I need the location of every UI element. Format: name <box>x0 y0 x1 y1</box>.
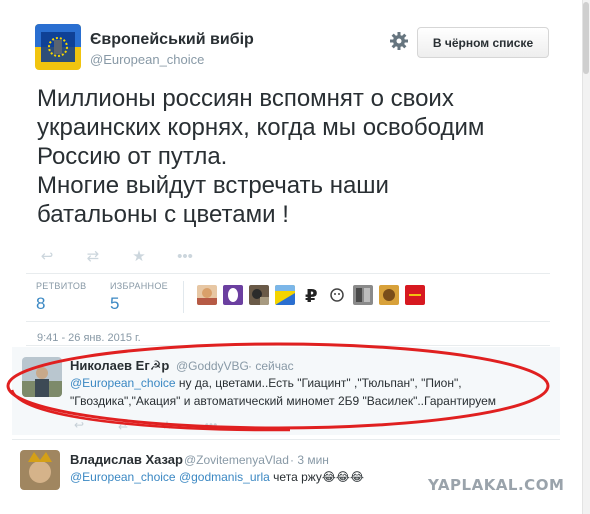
retweets-count[interactable]: 8 <box>36 294 45 314</box>
favoriters-avatars: ₽ <box>197 285 431 305</box>
divider <box>26 321 550 322</box>
favoriter-avatar[interactable] <box>249 285 269 305</box>
author-avatar[interactable] <box>35 24 81 70</box>
favoriter-avatar[interactable] <box>197 285 217 305</box>
reply-author-handle[interactable]: @GoddyVBG <box>176 359 249 373</box>
reply-text-line: @European_choice ну да, цветами..Есть "Г… <box>70 374 462 392</box>
tweet-timestamp[interactable]: 9:41 - 26 янв. 2015 г. <box>37 332 141 344</box>
favorites-label: ИЗБРАННОЕ <box>110 281 168 291</box>
more-icon[interactable]: ••• <box>176 249 194 265</box>
scrollbar[interactable] <box>582 0 590 514</box>
scrollbar-thumb[interactable] <box>583 2 589 74</box>
divider <box>26 345 550 346</box>
favoriter-avatar[interactable] <box>379 285 399 305</box>
tweet-text-line: Россию от путла. <box>37 143 228 170</box>
tweet-text-line: батальоны с цветами ! <box>37 201 289 228</box>
reply-actions: ↩ ⇄ ★ ••• <box>70 417 246 433</box>
favoriter-avatar[interactable]: ₽ <box>301 285 321 305</box>
favoriter-avatar[interactable] <box>275 285 295 305</box>
divider <box>12 439 560 440</box>
tweet-text-line: Многие выйдут встречать наши <box>37 172 389 199</box>
divider <box>183 281 184 313</box>
favorites-count[interactable]: 5 <box>110 294 119 314</box>
favorite-icon[interactable]: ★ <box>130 249 148 265</box>
author-handle[interactable]: @European_choice <box>90 52 204 67</box>
tweet-actions: ↩ ⇄ ★ ••• <box>38 247 222 267</box>
tweet-text: Миллионы россиян вспомнят о своих украин… <box>37 84 547 229</box>
reply-icon[interactable]: ↩ <box>38 249 56 265</box>
retweet-icon[interactable]: ⇄ <box>114 417 132 433</box>
reply-author-name[interactable]: Владислав Хазар <box>70 452 183 467</box>
mention-link[interactable]: @godmanis_urla <box>179 470 270 484</box>
mention-link[interactable]: @European_choice <box>70 470 176 484</box>
divider <box>26 273 550 274</box>
reply-text-span: ну да, цветами..Есть "Гиацинт" ,"Тюльпан… <box>175 376 462 390</box>
reply-text-line: "Гвоздика","Акация" и автоматический мин… <box>70 394 496 408</box>
reply-time[interactable]: · 3 мин <box>290 453 329 467</box>
favoriter-avatar[interactable] <box>353 285 373 305</box>
reply-avatar[interactable] <box>22 357 62 397</box>
favoriter-avatar[interactable] <box>327 285 347 305</box>
reply-text-line: @European_choice @godmanis_urla чета ржу… <box>70 468 364 486</box>
favorite-icon[interactable]: ★ <box>158 417 176 433</box>
blocked-button[interactable]: В чёрном списке <box>417 27 549 58</box>
retweet-icon[interactable]: ⇄ <box>84 249 102 265</box>
favoriter-avatar[interactable] <box>223 285 243 305</box>
reply-author-name[interactable]: Николаев Ег☭р <box>70 358 169 374</box>
gear-icon[interactable] <box>389 31 409 51</box>
tweet-text-line: украинских корнях, когда мы освободим <box>37 114 485 141</box>
reply-icon[interactable]: ↩ <box>70 417 88 433</box>
tweet-text-line: Миллионы россиян вспомнят о своих <box>37 85 454 112</box>
watermark: YAPLAKAL.COM <box>428 476 565 494</box>
reply-avatar[interactable] <box>20 450 60 490</box>
favoriter-avatar[interactable] <box>405 285 425 305</box>
svg-text:₽: ₽ <box>305 286 318 305</box>
mention-link[interactable]: @European_choice <box>70 376 176 390</box>
twitter-page: Європейський вибір @European_choice В чё… <box>0 0 590 514</box>
reply-text-span: чета ржу😂😂😂 <box>269 470 364 484</box>
reply-author-handle[interactable]: @ZovitemenyaVlad <box>184 453 289 467</box>
reply-time[interactable]: · сейчас <box>248 359 294 373</box>
author-name[interactable]: Європейський вибір <box>90 31 254 49</box>
more-icon[interactable]: ••• <box>202 417 220 433</box>
retweets-label: РЕТВИТОВ <box>36 281 87 291</box>
